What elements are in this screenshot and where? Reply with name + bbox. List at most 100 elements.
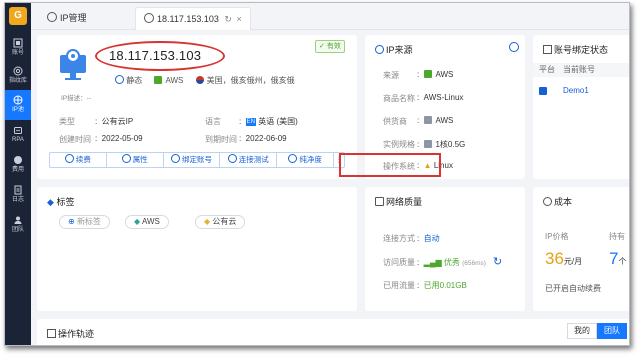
- instance-spec-value: : 1核0.5G: [417, 140, 466, 149]
- tags-title: ◆ 标签: [47, 197, 75, 207]
- add-tag-button[interactable]: ⊕ 新标签: [59, 215, 110, 229]
- type-label: 类型: [59, 117, 75, 126]
- language-badge: EN: [245, 118, 257, 126]
- account-icon: [13, 38, 23, 48]
- source-value: : AWS: [417, 70, 454, 79]
- cost-title: 成本: [543, 195, 572, 208]
- ip-location-monitor-icon: [60, 49, 86, 80]
- aws-icon: [154, 76, 163, 84]
- connection-mode-label: 连接方式: [383, 234, 415, 243]
- cost-icon: [543, 197, 552, 206]
- signal-icon: ▂▄▆: [423, 258, 442, 267]
- source-settings-icon[interactable]: [509, 42, 519, 52]
- hold-value: 7个: [609, 249, 627, 268]
- platform-icon: [539, 87, 547, 95]
- renew-button[interactable]: 续费: [50, 153, 107, 167]
- bind-icon: [170, 154, 180, 163]
- connection-icon: [227, 154, 237, 163]
- properties-button[interactable]: 属性: [107, 153, 164, 167]
- bind-account-button[interactable]: 绑定账号: [164, 153, 221, 167]
- binding-table-header: 平台 当前账号: [533, 63, 629, 77]
- supplier-value: : AWS: [417, 116, 454, 125]
- tab-ip-detail[interactable]: 18.117.153.103 ↻ ×: [135, 7, 251, 30]
- created-value: : 2022-05-09: [95, 134, 143, 143]
- sidebar-item-label: 指纹库: [8, 78, 27, 84]
- expire-label: 到期时间: [205, 135, 237, 144]
- tag-aws[interactable]: ◆ AWS: [125, 215, 169, 229]
- product-name-label: 商品名称: [383, 94, 415, 103]
- robot-icon: [14, 127, 22, 134]
- sidebar: G 账号 指纹库 IP池 RPA 费用 日志 团队: [5, 3, 31, 345]
- team-icon: [14, 216, 22, 224]
- highlight-box: [339, 153, 441, 177]
- aws-icon: [424, 116, 433, 124]
- access-quality-label: 访问质量: [383, 258, 415, 267]
- connection-mode-value[interactable]: : 自动: [417, 233, 440, 244]
- created-label: 创建时间: [59, 135, 91, 144]
- cpu-icon: [424, 140, 433, 148]
- binding-table-row[interactable]: Demo1: [533, 83, 629, 99]
- fee-icon: [14, 156, 22, 164]
- ip-price-label: IP价格: [545, 232, 569, 241]
- sidebar-item-fingerprint[interactable]: 指纹库: [5, 61, 31, 91]
- sidebar-item-log[interactable]: 日志: [5, 180, 31, 210]
- sidebar-item-team[interactable]: 团队: [5, 210, 31, 240]
- renew-icon: [64, 154, 74, 163]
- purity-button[interactable]: 纯净度: [277, 153, 334, 167]
- retest-icon[interactable]: ↻: [493, 255, 502, 268]
- sidebar-item-label: IP池: [12, 107, 24, 113]
- tag-icon: ◆: [204, 217, 211, 226]
- tab-team[interactable]: 团队: [597, 323, 627, 339]
- sidebar-item-label: RPA: [12, 137, 24, 143]
- access-quality-value: : ▂▄▆ 优秀 (656ms): [417, 258, 486, 267]
- connection-test-button[interactable]: 连接测试: [220, 153, 278, 167]
- product-name-value: : AWS-Linux: [417, 93, 464, 102]
- network-quality-title: 网络质量: [375, 195, 422, 208]
- static-icon: [115, 75, 124, 84]
- ip-icon: [144, 13, 154, 23]
- plus-icon: ⊕: [68, 217, 75, 226]
- cost-panel: 成本 IP价格 持有 36元/月 7个 已开启自动续费: [533, 187, 629, 311]
- tags-panel: ◆ 标签 ⊕ 新标签 ◆ AWS ◆ 公有云: [37, 187, 357, 311]
- table-icon: [543, 45, 552, 54]
- us-flag-icon: [195, 76, 204, 84]
- ip-meta-row: 静态 AWS 美国，俄亥俄州，俄亥俄: [115, 75, 295, 86]
- globe-icon: [375, 45, 384, 54]
- fingerprint-icon: [13, 66, 23, 76]
- app-window: G 账号 指纹库 IP池 RPA 费用 日志 团队 IP管理 18.117.15…: [4, 2, 630, 346]
- sidebar-item-account[interactable]: 账号: [5, 33, 31, 63]
- language-label: 语言: [205, 117, 221, 126]
- ip-description: IP描述：--: [61, 95, 91, 102]
- sidebar-item-rpa[interactable]: RPA: [5, 120, 31, 150]
- network-icon: [375, 197, 384, 206]
- bound-account-link[interactable]: Demo1: [563, 83, 589, 99]
- sidebar-item-ip-pool[interactable]: IP池: [5, 90, 31, 120]
- ip-icon: [47, 12, 57, 22]
- operation-log-title: 操作轨迹: [47, 327, 94, 340]
- type-value: : 公有云IP: [95, 117, 134, 126]
- log-icon: [14, 185, 22, 195]
- traffic-value: : 已用0.01GB: [417, 281, 467, 290]
- ip-price-value: 36元/月: [545, 249, 583, 268]
- network-quality-panel: 网络质量 连接方式 : 自动 访问质量 : ▂▄▆ 优秀 (656ms) ↻ 已…: [365, 187, 525, 311]
- hold-label: 持有: [609, 232, 625, 241]
- properties-icon: [121, 154, 131, 163]
- log-icon: [47, 329, 56, 338]
- sidebar-item-label: 团队: [11, 227, 24, 233]
- account-binding-title: 账号绑定状态: [543, 43, 608, 56]
- instance-spec-label: 实例规格: [383, 140, 415, 149]
- operation-log-panel: 操作轨迹 我的 团队: [37, 319, 629, 345]
- tag-icon: ◆: [134, 217, 141, 226]
- aws-icon: [424, 70, 433, 78]
- ip-source-title: IP来源: [375, 43, 413, 56]
- sidebar-item-label: 日志: [11, 197, 24, 203]
- close-icon[interactable]: ×: [236, 14, 241, 24]
- status-badge: ✓ 有效: [315, 40, 345, 53]
- tag-public-cloud[interactable]: ◆ 公有云: [195, 215, 246, 229]
- refresh-icon[interactable]: ↻: [224, 14, 232, 24]
- sidebar-item-fee[interactable]: 费用: [5, 150, 31, 180]
- tab-mine[interactable]: 我的: [567, 323, 597, 339]
- purity-icon: [288, 154, 298, 163]
- tab-ip-management[interactable]: IP管理: [39, 7, 95, 29]
- highlight-ellipse: [95, 41, 225, 71]
